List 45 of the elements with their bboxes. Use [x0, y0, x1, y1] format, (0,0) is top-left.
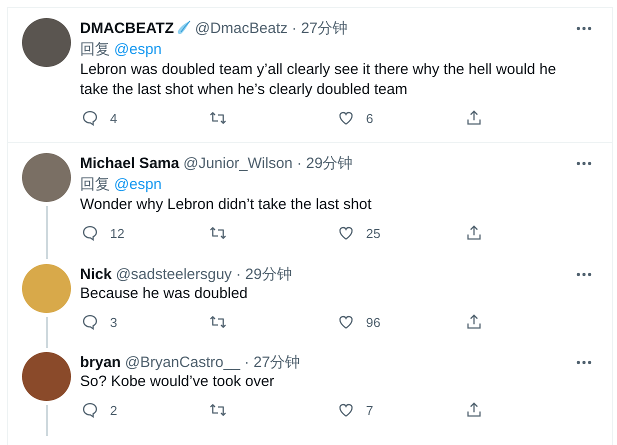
user-name[interactable]: DMACBEATZ — [80, 20, 174, 36]
handle-and-time: @sadsteelersguy · 29分钟 — [116, 264, 292, 284]
comment-icon[interactable] — [81, 401, 99, 419]
heart-icon[interactable] — [337, 224, 355, 242]
retweet-icon[interactable] — [209, 401, 227, 419]
more-icon[interactable] — [576, 26, 592, 30]
like-count: 96 — [366, 314, 380, 330]
reply-count: 12 — [110, 226, 124, 240]
avatar-photo[interactable] — [22, 153, 71, 202]
heart-icon[interactable] — [337, 313, 355, 331]
like-count: 7 — [366, 402, 374, 418]
share-icon[interactable] — [465, 224, 483, 242]
user-name[interactable]: Michael Sama — [80, 154, 180, 172]
avatar-photo[interactable] — [22, 352, 71, 401]
retweet-icon[interactable] — [209, 313, 227, 331]
tweet-text: Because he was doubled — [80, 284, 249, 304]
share-icon[interactable] — [465, 313, 483, 331]
comment-icon[interactable] — [81, 313, 99, 331]
more-icon[interactable] — [576, 272, 592, 276]
comment-icon[interactable] — [81, 109, 99, 127]
heart-icon[interactable] — [337, 109, 355, 127]
more-icon[interactable] — [576, 360, 592, 364]
comment-icon[interactable] — [81, 224, 99, 242]
like-count: 25 — [366, 226, 380, 240]
reply-count: 4 — [110, 110, 118, 126]
tweet-text: Wonder why Lebron didn’t take the last shot — [80, 195, 373, 215]
reply-label: 回复 — [80, 41, 110, 58]
tweet-text: So? Kobe would’ve took over — [80, 372, 276, 392]
tweet-text: Lebron was doubled team y’all clearly see it there why the hell would he take the last shot when he’s clearly doubled team — [80, 60, 558, 100]
share-icon[interactable] — [465, 401, 483, 419]
user-name[interactable]: bryan — [80, 354, 121, 370]
reply-count: 3 — [110, 314, 118, 330]
avatar-photo[interactable] — [22, 18, 71, 67]
handle-and-time: @Junior_Wilson · 29分钟 — [183, 154, 353, 172]
reply-count: 2 — [110, 402, 118, 418]
share-icon[interactable] — [465, 109, 483, 127]
more-icon[interactable] — [576, 160, 592, 166]
retweet-icon[interactable] — [209, 224, 227, 242]
retweet-icon[interactable] — [209, 109, 227, 127]
heart-icon[interactable] — [337, 401, 355, 419]
handle-and-time: @DmacBeatz · 27分钟 — [194, 18, 348, 38]
user-name[interactable]: Nick — [80, 266, 112, 282]
handle-and-time: @BryanCastro__ · 27分钟 — [124, 352, 300, 372]
reply-label: 回复 — [80, 176, 110, 193]
like-count: 6 — [366, 110, 374, 126]
